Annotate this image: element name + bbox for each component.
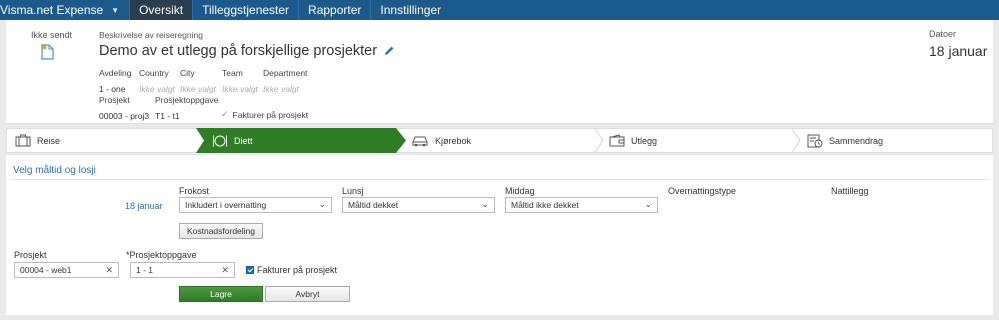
input-value: 00004 - web1 — [20, 265, 72, 275]
pencil-icon[interactable] — [383, 45, 395, 57]
clear-icon[interactable]: ✕ — [105, 265, 113, 276]
checkmark-icon: ✓ — [221, 109, 229, 119]
select-value: Måltid dekket — [348, 200, 399, 210]
field-department: Department Ikke valgt — [263, 68, 307, 94]
step-utlegg[interactable]: Utlegg — [609, 129, 657, 152]
chevron-down-icon: ⌄ — [644, 199, 652, 209]
chevron-right-icon — [791, 129, 801, 152]
summary-clock-icon — [807, 134, 823, 148]
field-label: Team — [222, 68, 243, 78]
brand-name: Visma.net Expense — [0, 3, 104, 17]
prosjekt-input[interactable]: 00004 - web1 ✕ — [14, 262, 119, 278]
column-nattillegg: Nattillegg — [831, 186, 869, 196]
report-header: Ikke sendt Beskrivelse av reiseregning D… — [6, 20, 993, 124]
field-value: Ikke valgt — [263, 84, 299, 94]
field-label: Prosjekt — [99, 95, 130, 105]
fakturer-checkbox[interactable] — [246, 266, 254, 274]
select-value: Inkludert i overnatting — [185, 200, 267, 210]
field-value: Ikke valgt — [222, 84, 258, 94]
meal-panel: Velg måltid og losji Frokost Lunsj Midda… — [6, 155, 993, 315]
field-team: Team Ikke valgt — [222, 68, 258, 94]
step-label: Reise — [37, 135, 61, 146]
kostnadsfordeling-button[interactable]: Kostnadsfordeling — [179, 223, 263, 239]
wallet-icon — [609, 134, 625, 147]
report-title-text: Demo av et utlegg på forskjellige prosje… — [99, 43, 378, 59]
date-label: Datoer — [929, 29, 957, 39]
top-nav: Visma.net Expense ▼ Oversikt Tilleggstje… — [0, 0, 999, 20]
row-date-link[interactable]: 18 januar — [125, 201, 163, 211]
prosjektoppgave-input[interactable]: 1 - 1 ✕ — [130, 262, 235, 278]
step-kjorebok[interactable]: Kjørebok — [411, 129, 471, 152]
field-country: Country Ikke valgt — [139, 68, 175, 94]
nav-tab-innstillinger[interactable]: Innstillinger — [370, 0, 450, 20]
date-value: 18 januar — [929, 43, 988, 59]
chevron-down-icon: ▼ — [111, 5, 120, 15]
lunsj-select[interactable]: Måltid dekket ⌄ — [342, 197, 495, 213]
save-button[interactable]: Lagre — [179, 286, 263, 302]
cancel-button[interactable]: Avbryt — [265, 286, 350, 302]
field-value: 1 - one — [99, 84, 126, 94]
step-reise[interactable]: Reise — [15, 129, 60, 152]
step-sammendrag[interactable]: Sammendrag — [807, 129, 883, 152]
field-label: City — [180, 68, 195, 78]
step-label: Diett — [234, 135, 253, 146]
prosjekt-label: Prosjekt — [14, 250, 47, 260]
field-value: Ikke valgt — [180, 84, 216, 94]
chevron-down-icon: ⌄ — [318, 199, 326, 209]
divider — [12, 179, 988, 180]
report-title: Demo av et utlegg på forskjellige prosje… — [99, 43, 395, 59]
field-value: 00003 - proj3 — [99, 111, 150, 121]
nav-tab-tilleggstjenester[interactable]: Tilleggstjenester — [192, 0, 298, 20]
app-switcher[interactable]: Visma.net Expense ▼ — [0, 0, 130, 20]
step-label: Kjørebok — [435, 135, 472, 146]
field-avdeling: Avdeling 1 - one — [99, 68, 131, 94]
field-label: Country — [139, 68, 169, 78]
field-prosjektoppgave: Prosjektoppgave T1 - t1 — [155, 95, 218, 121]
chevron-right-icon — [594, 129, 604, 152]
status-badge: Ikke sendt — [31, 30, 73, 40]
nav-tab-rapporter[interactable]: Rapporter — [298, 0, 370, 20]
field-label: Avdeling — [99, 68, 132, 78]
chevron-down-icon: ⌄ — [481, 199, 489, 209]
field-prosjekt: Prosjekt 00003 - proj3 — [99, 95, 149, 121]
car-icon — [412, 136, 428, 146]
fakturer-checkbox-label: Fakturer på prosjekt — [257, 265, 338, 275]
section-title: Velg måltid og losji — [13, 165, 96, 176]
field-value: Ikke valgt — [139, 84, 175, 94]
column-frokost: Frokost — [179, 186, 210, 196]
wizard-steps: Reise Diett Kjørebok Utlegg Sammendrag — [6, 128, 993, 153]
prosjektoppgave-label: *Prosjektoppgave — [126, 250, 197, 260]
field-label: Department — [263, 68, 308, 78]
middag-select[interactable]: Måltid ikke dekket ⌄ — [505, 197, 658, 213]
field-city: City Ikke valgt — [180, 68, 216, 94]
column-lunsj: Lunsj — [342, 186, 364, 196]
fakturer-indicator: ✓ Fakturer på prosjekt — [221, 109, 308, 120]
suitcase-icon — [15, 134, 31, 147]
clear-icon[interactable]: ✕ — [221, 265, 229, 276]
column-overnattingstype: Overnattingstype — [668, 186, 737, 196]
column-middag: Middag — [505, 186, 535, 196]
step-label: Sammendrag — [829, 135, 884, 146]
field-value: T1 - t1 — [155, 111, 180, 121]
document-icon — [41, 44, 54, 60]
plate-cutlery-icon — [213, 135, 227, 146]
description-label: Beskrivelse av reiseregning — [99, 30, 203, 40]
step-diett[interactable]: Diett — [212, 129, 253, 152]
nav-tab-oversikt[interactable]: Oversikt — [129, 0, 193, 20]
fakturer-text: Fakturer på prosjekt — [232, 109, 309, 120]
frokost-select[interactable]: Inkludert i overnatting ⌄ — [179, 197, 332, 213]
select-value: Måltid ikke dekket — [511, 200, 579, 210]
field-label: Prosjektoppgave — [155, 95, 219, 105]
input-value: 1 - 1 — [136, 265, 154, 275]
step-label: Utlegg — [631, 135, 658, 146]
